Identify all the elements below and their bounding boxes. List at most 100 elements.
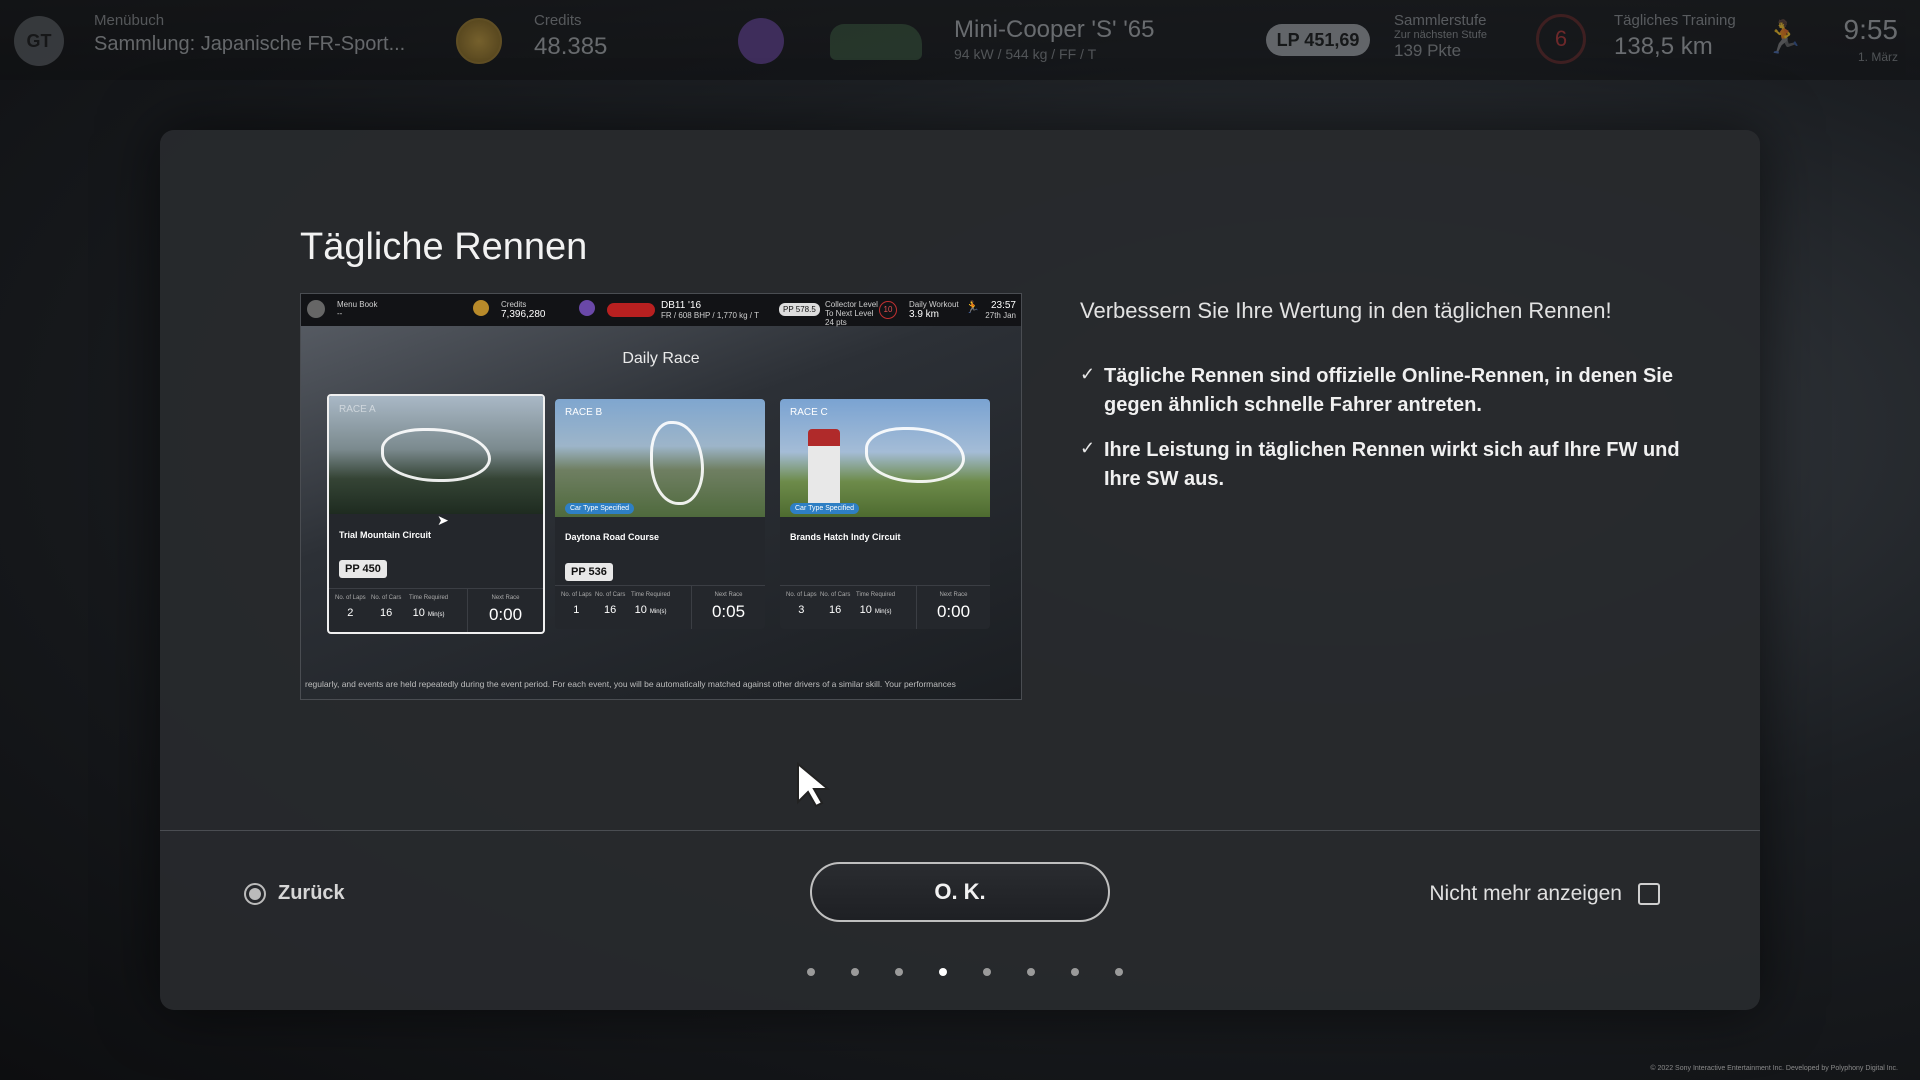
race-c-stats: No. of Laps 3 No. of Cars 16 Time Required… xyxy=(780,585,990,629)
preview-screenshot: Menu Book -- Credits 7,396,280 DB11 '16 FR … xyxy=(300,293,1022,700)
performance-points-badge: LP 451,69 xyxy=(1266,24,1370,56)
runner-icon: 🏃 xyxy=(1764,19,1804,55)
preview-clock: 23:57 27th Jan xyxy=(985,300,1016,320)
race-c-next-value: 0:00 xyxy=(936,602,971,621)
race-c-label: RACE C xyxy=(790,407,828,418)
preview-status-bar: Menu Book -- Credits 7,396,280 DB11 '16 FR … xyxy=(301,294,1021,327)
preview-workout-value: 3.9 km xyxy=(909,309,940,320)
preview-car-thumbnail xyxy=(607,303,655,317)
preview-cursor-icon: ➤ xyxy=(437,512,449,528)
preview-runner-icon: 🏃 xyxy=(965,300,980,314)
race-b-laps-value: 1 xyxy=(573,604,580,616)
clock-time: 9:55 xyxy=(1843,14,1899,45)
race-c-cars-label: No. of Cars xyxy=(820,592,851,598)
credits-status: Credits 48.385 xyxy=(534,12,607,61)
race-a-cars: No. of Cars 16 xyxy=(371,595,401,619)
race-a-label: RACE A xyxy=(339,404,376,415)
preview-credits-value: 7,396,280 xyxy=(501,309,546,320)
ok-button[interactable]: O. K. xyxy=(810,862,1110,922)
training-status: Tägliches Training 138,5 km xyxy=(1614,12,1736,61)
race-a-next-value: 0:00 xyxy=(488,605,523,624)
info-bullet-text: Ihre Leistung in täglichen Rennen wirkt … xyxy=(1104,439,1680,490)
preview-menu-book-value: -- xyxy=(337,309,343,318)
race-card-c[interactable]: RACE C Car Type Specified Brands Hatch I… xyxy=(780,399,990,629)
circle-button-icon xyxy=(244,882,266,905)
race-a-laps: No. of Laps 2 xyxy=(335,595,366,619)
menu-book-label: Menübuch xyxy=(94,12,165,29)
race-b-image: RACE B Car Type Specified xyxy=(555,399,765,517)
preview-clock-time: 23:57 xyxy=(990,300,1016,311)
preview-collector-sub: To Next Level xyxy=(825,309,874,318)
race-c-next-label: Next Race xyxy=(939,592,968,598)
player-badge-icon xyxy=(738,18,784,64)
car-status: Mini-Cooper 'S' '65 94 kW / 544 kg / FF … xyxy=(954,12,1155,62)
race-c-cars-value: 16 xyxy=(829,604,842,616)
race-c-time-number: 10 xyxy=(859,604,872,616)
tutorial-dialog: Tägliche Rennen Menu Book -- Credits 7,396… xyxy=(160,130,1760,1010)
race-a-time: Time Required 10 Min(s) xyxy=(409,595,448,619)
race-a-laps-value: 2 xyxy=(347,607,354,619)
training-value: 138,5 km xyxy=(1614,33,1713,60)
dialog-title: Tägliche Rennen xyxy=(300,226,588,268)
race-b-track-map-icon xyxy=(650,421,704,505)
race-a-cars-label: No. of Cars xyxy=(371,595,402,601)
info-bullet: ✓ Ihre Leistung in täglichen Rennen wirk… xyxy=(1080,436,1700,494)
race-c-track-name: Brands Hatch Indy Circuit xyxy=(790,532,901,542)
checkmark-icon: ✓ xyxy=(1080,364,1096,384)
race-c-time: Time Required 10 Min(s) xyxy=(856,592,895,616)
race-b-time: Time Required 10 Min(s) xyxy=(631,592,670,616)
preview-collector-label: Collector Level xyxy=(825,300,878,309)
preview-gt-logo-icon xyxy=(307,300,325,318)
page-dot-active xyxy=(939,968,947,976)
preview-collector-level: 10 xyxy=(879,301,897,319)
car-specs: 94 kW / 544 kg / FF / T xyxy=(954,46,1097,62)
race-c-laps: No. of Laps 3 xyxy=(786,592,817,616)
dont-show-again-checkbox[interactable] xyxy=(1638,883,1660,905)
preview-workout: Daily Workout 3.9 km xyxy=(909,300,959,320)
page-dot xyxy=(1027,968,1035,976)
collector-sub: Zur nächsten Stufe xyxy=(1394,29,1487,41)
copyright-text: © 2022 Sony Interactive Entertainment In… xyxy=(1650,1065,1898,1072)
race-c-time-value: 10 Min(s) xyxy=(856,604,895,616)
collector-value: 139 Pkte xyxy=(1394,41,1462,60)
preview-clock-date: 27th Jan xyxy=(985,311,1016,320)
race-card-b[interactable]: RACE B Car Type Specified Daytona Road C… xyxy=(555,399,765,629)
back-button[interactable]: Zurück xyxy=(244,882,345,905)
preview-collector: Collector Level To Next Level 24 pts xyxy=(825,300,878,327)
clock-date: 1. März xyxy=(1857,50,1898,64)
race-c-track-map-icon xyxy=(865,427,965,483)
race-c-time-label: Time Required xyxy=(856,592,896,598)
info-bullet: ✓ Tägliche Rennen sind offizielle Online… xyxy=(1080,362,1700,420)
race-a-time-unit: Min(s) xyxy=(427,612,445,618)
race-b-next: Next Race 0:05 xyxy=(691,586,765,629)
race-a-pp: PP 450 xyxy=(339,560,387,578)
preview-title: Daily Race xyxy=(622,350,700,367)
preview-credits-label: Credits xyxy=(501,300,527,309)
page-dot xyxy=(1115,968,1123,976)
race-a-time-value: 10 Min(s) xyxy=(409,607,448,619)
preview-credits: Credits 7,396,280 xyxy=(501,300,546,320)
race-a-laps-label: No. of Laps xyxy=(335,595,366,601)
back-label: Zurück xyxy=(278,882,345,904)
race-a-image: RACE A xyxy=(329,396,543,514)
dont-show-again-option[interactable]: Nicht mehr anzeigen xyxy=(1429,882,1660,906)
collector-status: Sammlerstufe Zur nächsten Stufe 139 Pkte xyxy=(1394,12,1487,61)
dont-show-again-label: Nicht mehr anzeigen xyxy=(1429,882,1622,905)
menu-book-value: Sammlung: Japanische FR-Sport... xyxy=(94,33,406,55)
page-indicator xyxy=(160,968,1760,976)
race-b-cars: No. of Cars 16 xyxy=(595,592,625,616)
race-c-image: RACE C Car Type Specified xyxy=(780,399,990,517)
gt-logo-icon: GT xyxy=(14,16,64,66)
race-b-pp: PP 536 xyxy=(565,563,613,581)
race-a-time-label: Time Required xyxy=(409,595,449,601)
info-bullet-text: Tägliche Rennen sind offizielle Online-R… xyxy=(1104,365,1673,416)
race-c-tower-image xyxy=(808,429,840,507)
race-b-time-unit: Min(s) xyxy=(649,609,667,615)
preview-pp-badge: PP 578.5 xyxy=(779,303,820,316)
race-b-cars-value: 16 xyxy=(604,604,617,616)
footer-divider xyxy=(160,830,1760,831)
race-c-next: Next Race 0:00 xyxy=(916,586,990,629)
race-c-time-unit: Min(s) xyxy=(874,609,892,615)
race-card-a[interactable]: RACE A Trial Mountain Circuit PP 450 No.… xyxy=(327,394,545,634)
race-b-time-number: 10 xyxy=(634,604,647,616)
